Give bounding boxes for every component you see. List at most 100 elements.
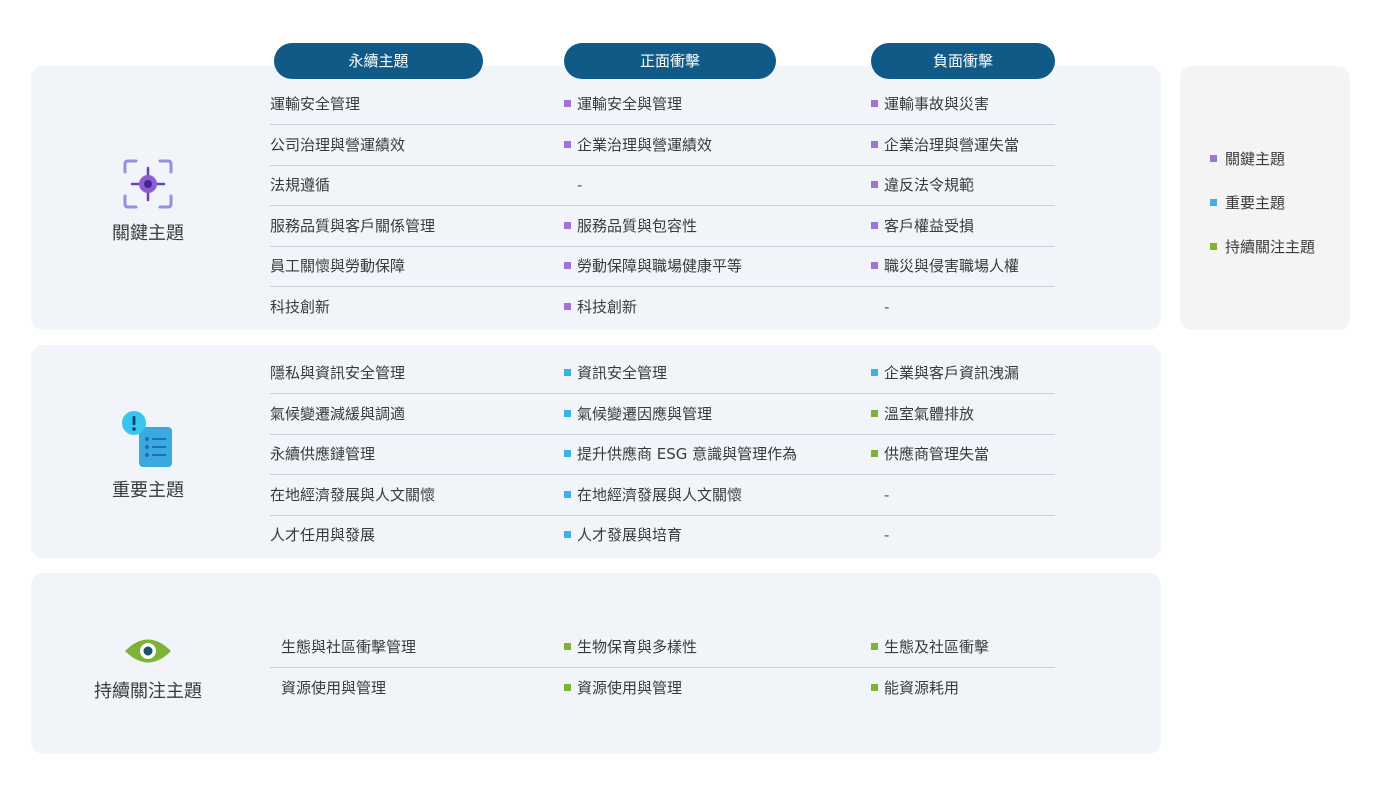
negative-impact-cell: 運輸事故與災害 (871, 84, 989, 124)
negative-impact-cell: 違反法令規範 (871, 165, 974, 205)
negative-impact-cell-text: 運輸事故與災害 (884, 95, 990, 113)
positive-impact-cell: 在地經濟發展與人文關懷 (564, 475, 742, 515)
table-row: 永續供應鏈管理 提升供應商 ESG 意識與管理作為 供應商管理失當 (270, 434, 1055, 476)
negative-impact-cell: 溫室氣體排放 (871, 394, 974, 434)
topic-cell: 員工關懷與勞動保障 (270, 257, 406, 276)
bullet-square-icon (564, 221, 571, 229)
group-label-key: 關鍵主題 (112, 223, 184, 244)
bullet-square-icon (564, 643, 571, 650)
table-row: 運輸安全管理 運輸安全與管理 運輸事故與災害 (270, 84, 1055, 125)
bullet-square-icon (871, 450, 878, 458)
table-row: 人才任用與發展 人才發展與培育 - (270, 515, 1055, 555)
bullet-square-icon (564, 450, 571, 458)
positive-impact-cell-text: 服務品質與包容性 (577, 216, 698, 235)
positive-impact-cell-text: 在地經濟發展與人文關懷 (577, 485, 743, 504)
bullet-square-icon (564, 140, 571, 148)
positive-impact-cell-text: - (577, 176, 583, 195)
topic-cell: 資源使用與管理 (281, 678, 387, 697)
legend-item-key: 關鍵主題 (1210, 148, 1285, 169)
positive-impact-cell: - (564, 165, 582, 205)
negative-impact-cell: 能資源耗用 (871, 668, 959, 708)
negative-impact-cell-text: 違反法令規範 (884, 176, 975, 195)
bullet-square-icon (871, 181, 878, 189)
legend: 關鍵主題 重要主題 持續關注主題 (1180, 66, 1350, 330)
negative-impact-cell: 供應商管理失當 (871, 434, 989, 474)
positive-impact-cell-text: 資訊安全管理 (577, 364, 668, 382)
positive-impact-cell: 服務品質與包容性 (564, 206, 697, 246)
bullet-square-icon (871, 643, 878, 650)
positive-impact-cell-text: 勞動保障與職場健康平等 (577, 257, 743, 276)
table-row: 在地經濟發展與人文關懷 在地經濟發展與人文關懷 - (270, 475, 1055, 516)
positive-impact-cell: 資源使用與管理 (564, 668, 682, 708)
negative-impact-cell-text: - (884, 298, 890, 316)
table-row: 資源使用與管理 資源使用與管理 能資源耗用 (270, 668, 1055, 708)
negative-impact-cell: - (871, 515, 889, 555)
negative-impact-cell-text: 溫室氣體排放 (884, 404, 975, 423)
positive-impact-cell-text: 科技創新 (577, 298, 638, 316)
bullet-square-icon (564, 683, 571, 691)
topic-cell: 科技創新 (270, 298, 331, 316)
positive-impact-cell-text: 提升供應商 ESG 意識與管理作為 (577, 445, 798, 464)
topic-cell: 生態與社區衝擊管理 (281, 638, 417, 656)
bullet-square-icon (564, 303, 571, 310)
legend-item-watch: 持續關注主題 (1210, 236, 1315, 257)
bullet-square-icon (871, 100, 878, 107)
positive-impact-cell: 勞動保障與職場健康平等 (564, 246, 742, 286)
negative-impact-cell-text: 供應商管理失當 (884, 445, 990, 464)
bullet-square-icon (871, 140, 878, 148)
bullet-square-icon (564, 531, 571, 539)
positive-impact-cell-text: 生物保育與多樣性 (577, 638, 698, 656)
negative-impact-cell: - (871, 475, 889, 515)
eye-icon (125, 639, 171, 663)
legend-item-important: 重要主題 (1210, 192, 1285, 213)
header-negative-impact: 負面衝擊 (871, 43, 1055, 79)
negative-impact-cell-text: 企業治理與營運失當 (884, 135, 1020, 154)
topic-cell: 公司治理與營運績效 (270, 135, 406, 154)
bullet-square-icon (871, 221, 878, 229)
bullet-square-icon (871, 409, 878, 417)
negative-impact-cell-text: 客戶權益受損 (884, 216, 975, 235)
table-row: 隱私與資訊安全管理 資訊安全管理 企業與客戶資訊洩漏 (270, 353, 1055, 394)
negative-impact-cell: 企業治理與營運失當 (871, 125, 1019, 165)
table-row: 科技創新 科技創新 - (270, 287, 1055, 327)
positive-impact-cell: 提升供應商 ESG 意識與管理作為 (564, 434, 797, 474)
negative-impact-cell-text: 企業與客戶資訊洩漏 (884, 364, 1020, 382)
group-label-watch: 持續關注主題 (94, 681, 202, 702)
positive-impact-cell: 氣候變遷因應與管理 (564, 394, 712, 434)
bullet-square-icon (564, 409, 571, 417)
negative-impact-cell-text: 能資源耗用 (884, 678, 960, 697)
topic-cell: 永續供應鏈管理 (270, 445, 376, 464)
negative-impact-cell: 生態及社區衝擊 (871, 627, 989, 667)
negative-impact-cell-text: 生態及社區衝擊 (884, 638, 990, 656)
table-row: 服務品質與客戶關係管理 服務品質與包容性 客戶權益受損 (270, 206, 1055, 247)
negative-impact-cell: 企業與客戶資訊洩漏 (871, 353, 1019, 393)
target-icon (123, 159, 173, 209)
bullet-square-icon (564, 100, 571, 107)
positive-impact-cell-text: 人才發展與培育 (577, 526, 683, 545)
bullet-square-icon (564, 262, 571, 270)
blue-square-icon (1210, 199, 1217, 206)
topic-cell: 在地經濟發展與人文關懷 (270, 485, 436, 504)
header-sustainability-topic: 永續主題 (274, 43, 483, 79)
positive-impact-cell-text: 運輸安全與管理 (577, 95, 683, 113)
positive-impact-cell: 資訊安全管理 (564, 353, 667, 393)
bullet-square-icon (871, 369, 878, 376)
positive-impact-cell: 企業治理與營運績效 (564, 125, 712, 165)
positive-impact-cell-text: 資源使用與管理 (577, 678, 683, 697)
table-row: 氣候變遷減緩與調適 氣候變遷因應與管理 溫室氣體排放 (270, 394, 1055, 435)
group-label-important: 重要主題 (112, 480, 184, 501)
table-row: 公司治理與營運績效 企業治理與營運績效 企業治理與營運失當 (270, 125, 1055, 166)
positive-impact-cell: 人才發展與培育 (564, 515, 682, 555)
table-row: 法規遵循 - 違反法令規範 (270, 165, 1055, 207)
negative-impact-cell-text: 職災與侵害職場人權 (884, 257, 1020, 276)
table-row: 生態與社區衝擊管理 生物保育與多樣性 生態及社區衝擊 (270, 627, 1055, 668)
alert-document-icon (122, 411, 172, 467)
negative-impact-cell: - (871, 287, 889, 327)
topic-cell: 氣候變遷減緩與調適 (270, 404, 406, 423)
bullet-square-icon (871, 262, 878, 270)
negative-impact-cell: 客戶權益受損 (871, 206, 974, 246)
topic-cell: 法規遵循 (270, 176, 331, 195)
negative-impact-cell: 職災與侵害職場人權 (871, 246, 1019, 286)
bullet-square-icon (564, 369, 571, 376)
topic-cell: 運輸安全管理 (270, 95, 361, 113)
